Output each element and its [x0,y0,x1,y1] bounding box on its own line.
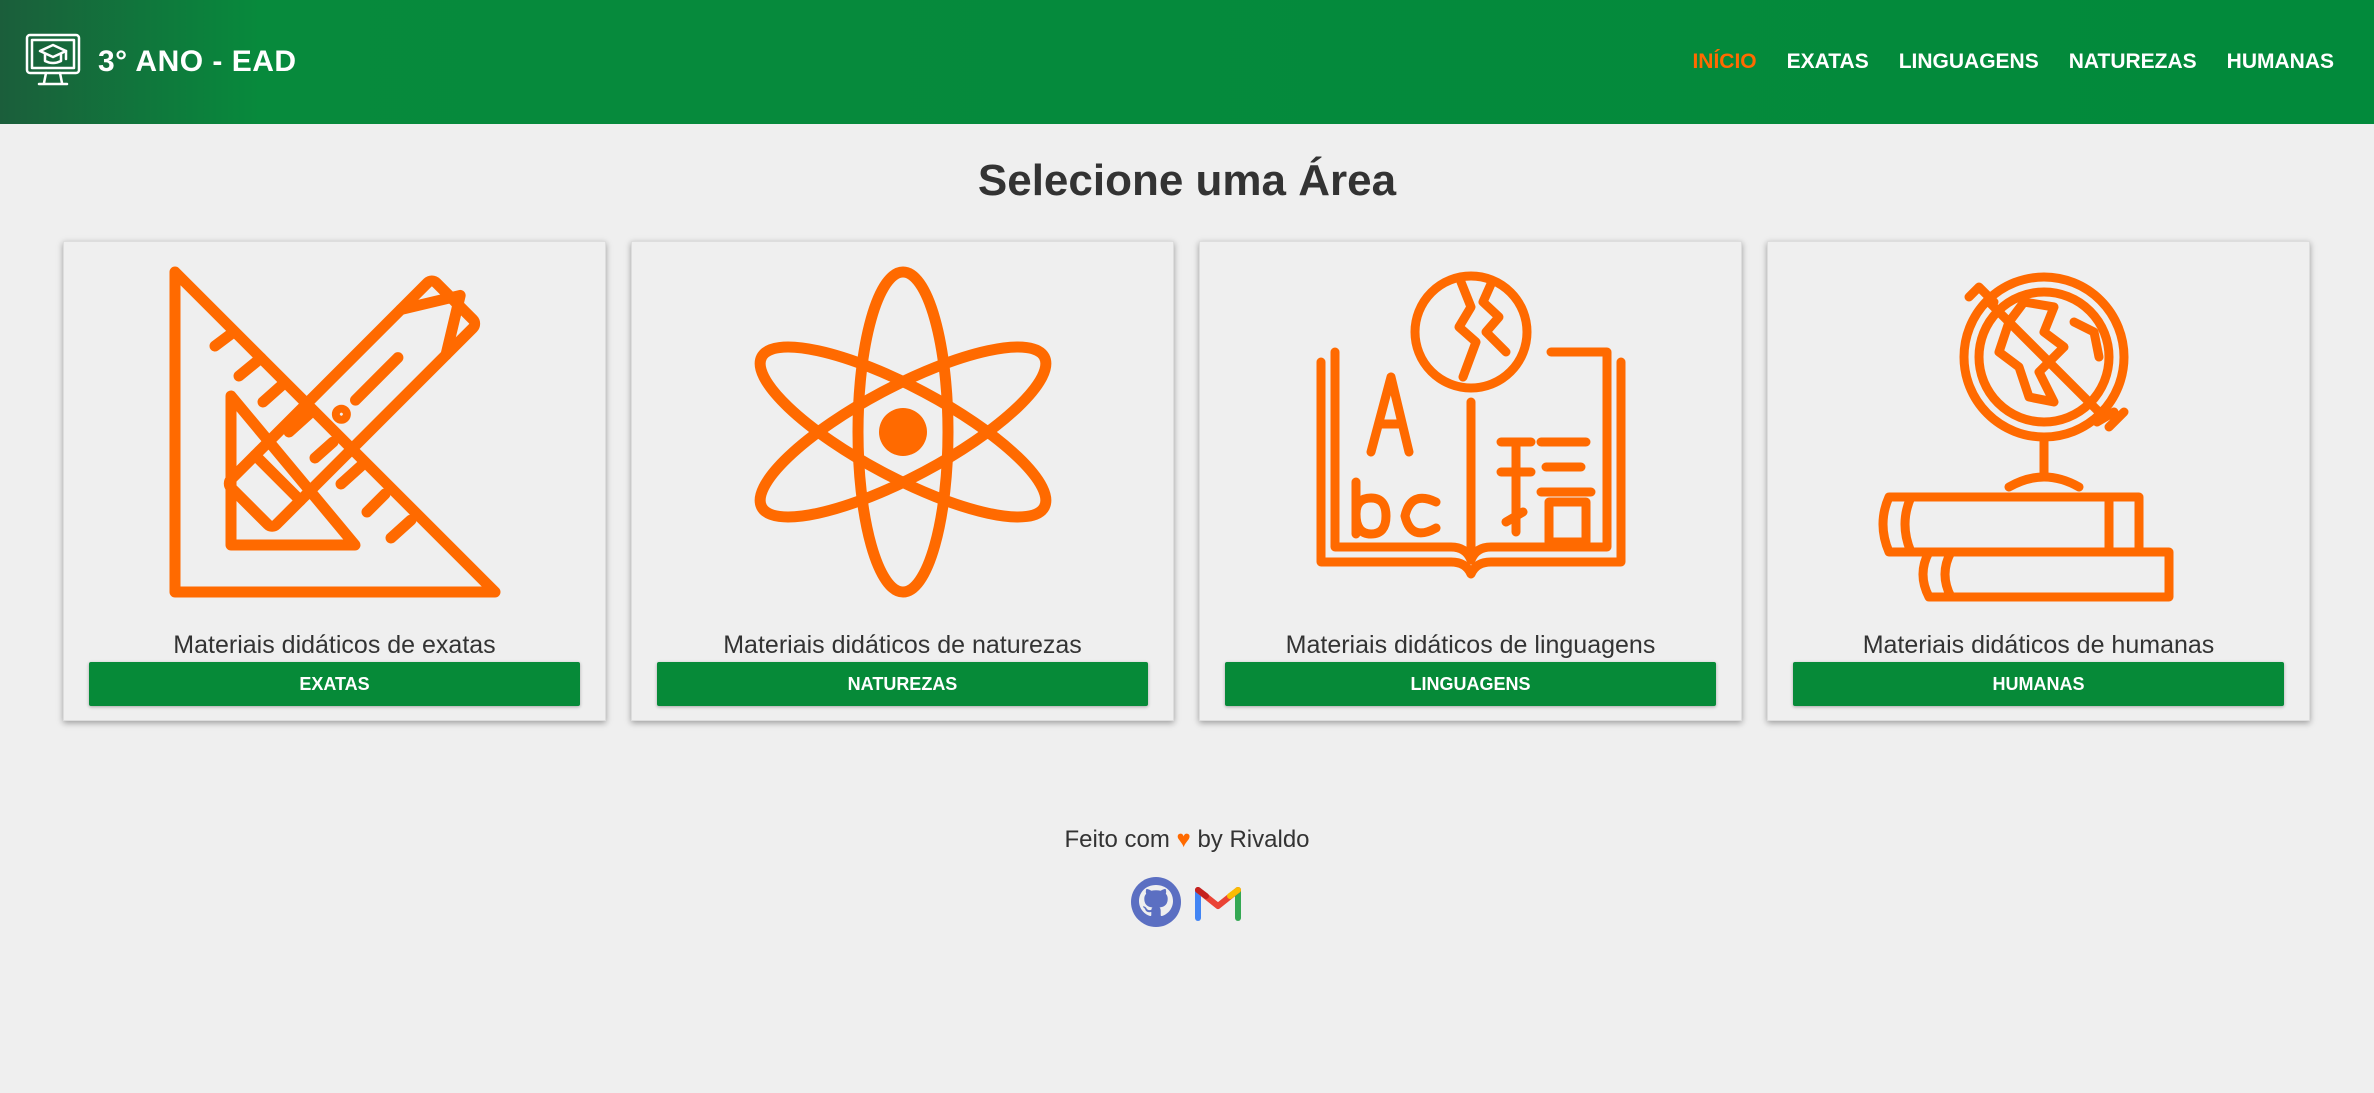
nav-linguagens[interactable]: LINGUAGENS [1899,50,2039,74]
main-nav: INÍCIO EXATAS LINGUAGENS NATUREZAS HUMAN… [1692,50,2334,74]
github-icon[interactable] [1130,876,1182,928]
nav-humanas[interactable]: HUMANAS [2227,50,2334,74]
card-exatas: Materiais didáticos de exatas EXATAS [63,241,606,721]
page-title: Selecione uma Área [977,156,1397,205]
nav-naturezas[interactable]: NATUREZAS [2069,50,2197,74]
nav-inicio[interactable]: INÍCIO [1692,50,1756,74]
footer: Feito com ♥ by Rivaldo [0,826,2374,928]
footer-credit: Feito com ♥ by Rivaldo [0,826,2374,854]
author-text: by Rivaldo [1197,826,1310,853]
card-linguagens: Materiais didáticos de linguagens LINGUA… [1199,241,1742,721]
linguagens-button[interactable]: LINGUAGENS [1225,662,1716,706]
card-description: Materiais didáticos de linguagens [1285,631,1656,659]
area-cards: Materiais didáticos de exatas EXATAS Mat… [0,241,2374,721]
social-links [0,876,2374,928]
card-naturezas: Materiais didáticos de naturezas NATUREZ… [631,241,1174,721]
card-description: Materiais didáticos de humanas [1862,631,2215,659]
card-humanas: Materiais didáticos de humanas HUMANAS [1767,241,2310,721]
app-title: 3° ANO - EAD [98,45,297,78]
navbar: 3° ANO - EAD INÍCIO EXATAS LINGUAGENS NA… [0,0,2374,124]
ruler-triangle-icon [169,266,500,598]
nav-exatas[interactable]: EXATAS [1787,50,1869,74]
globe-books-icon [1878,272,2173,602]
exatas-button[interactable]: EXATAS [89,662,580,706]
atom-icon [754,266,1051,598]
naturezas-button[interactable]: NATUREZAS [657,662,1148,706]
gmail-icon[interactable] [1192,876,1244,928]
made-with-text: Feito com [1064,826,1170,853]
humanas-button[interactable]: HUMANAS [1793,662,2284,706]
card-description: Materiais didáticos de exatas [173,631,496,659]
book-globe-icon [1316,271,1625,579]
card-description: Materiais didáticos de naturezas [723,631,1082,659]
monitor-graduation-cap-icon [24,31,82,94]
heart-icon: ♥ [1176,826,1191,853]
brand[interactable]: 3° ANO - EAD [24,31,297,94]
